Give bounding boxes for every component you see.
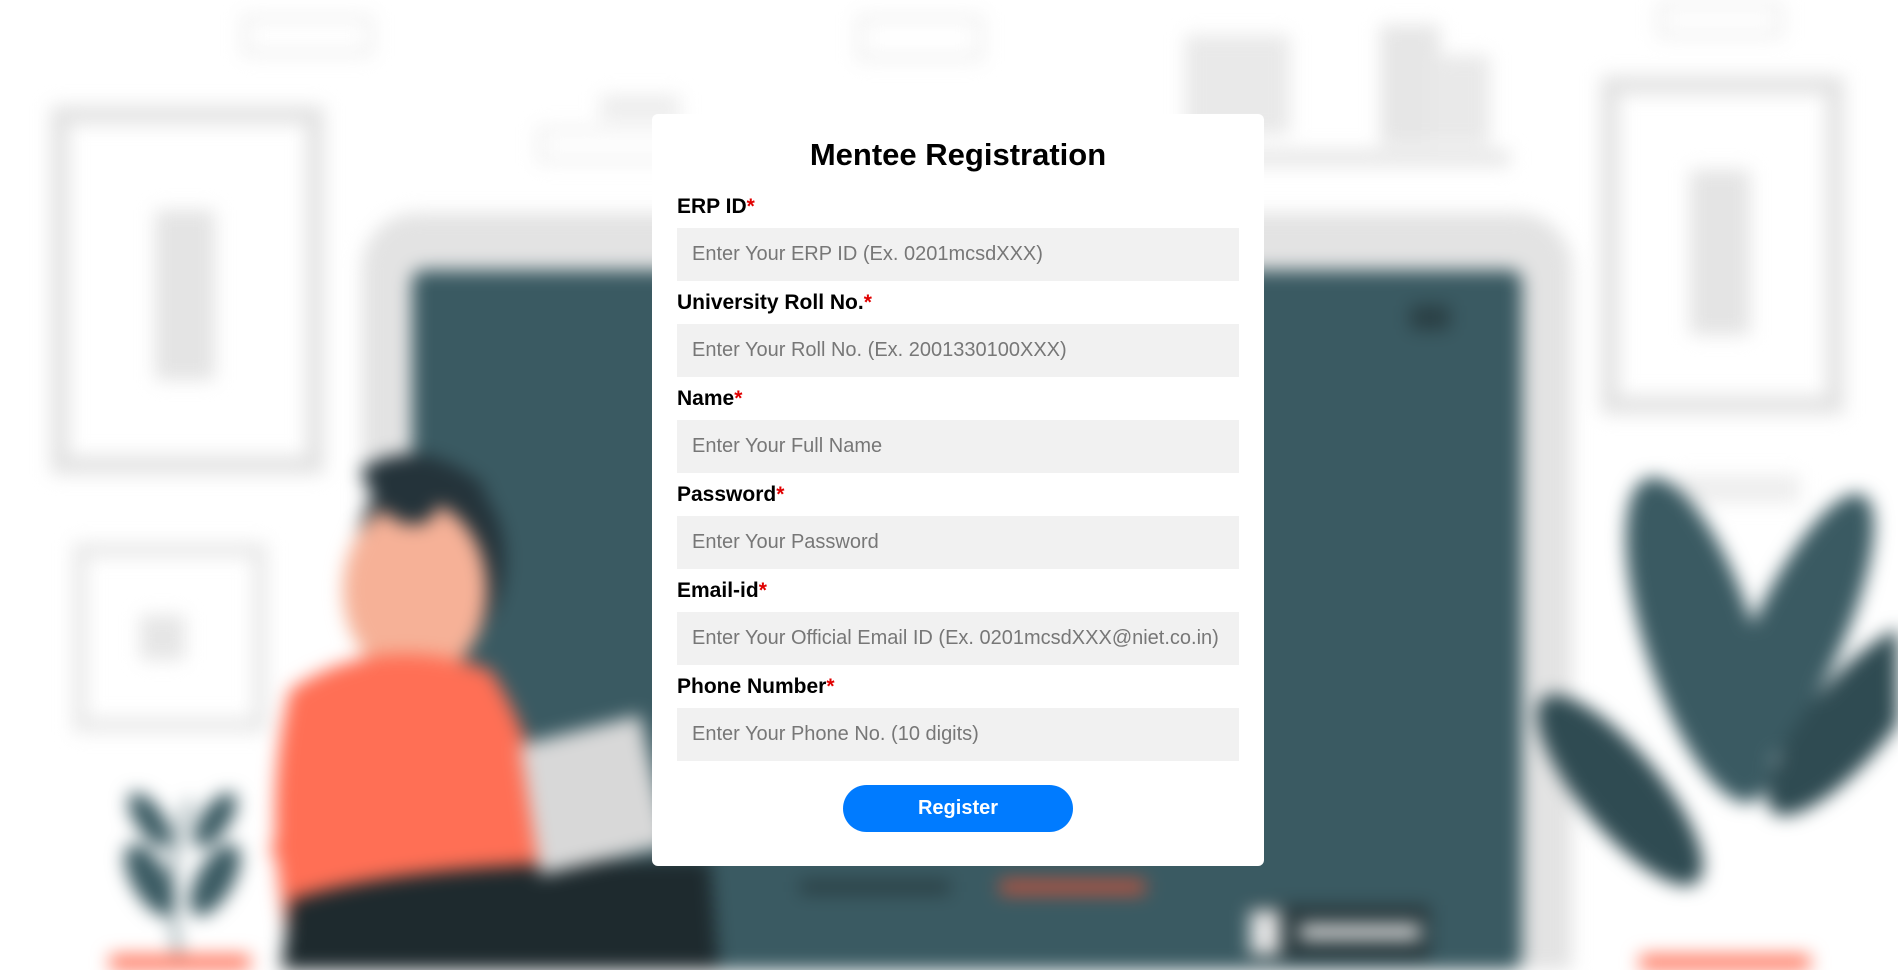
roll-no-label: University Roll No.*	[677, 291, 872, 314]
email-label: Email-id*	[677, 579, 767, 602]
name-input[interactable]	[677, 420, 1239, 473]
required-mark: *	[734, 387, 743, 410]
field-password: Password*	[677, 480, 1239, 569]
required-mark: *	[746, 195, 755, 218]
registration-form: Mentee Registration ERP ID* University R…	[652, 114, 1264, 866]
field-email: Email-id*	[677, 576, 1239, 665]
password-input[interactable]	[677, 516, 1239, 569]
erp-id-input[interactable]	[677, 228, 1239, 281]
roll-no-input[interactable]	[677, 324, 1239, 377]
required-mark: *	[776, 483, 785, 506]
email-input[interactable]	[677, 612, 1239, 665]
field-name: Name*	[677, 384, 1239, 473]
required-mark: *	[826, 675, 835, 698]
form-title: Mentee Registration	[809, 137, 1107, 172]
submit-row: Register	[677, 785, 1239, 832]
required-mark: *	[758, 579, 767, 602]
erp-id-label: ERP ID*	[677, 195, 755, 218]
required-mark: *	[863, 291, 872, 314]
phone-input[interactable]	[677, 708, 1239, 761]
field-roll-no: University Roll No.*	[677, 288, 1239, 377]
phone-label: Phone Number*	[677, 675, 835, 698]
password-label: Password*	[677, 483, 785, 506]
field-erp-id: ERP ID*	[677, 192, 1239, 281]
field-phone: Phone Number*	[677, 672, 1239, 761]
register-button[interactable]: Register	[843, 785, 1073, 832]
name-label: Name*	[677, 387, 743, 410]
